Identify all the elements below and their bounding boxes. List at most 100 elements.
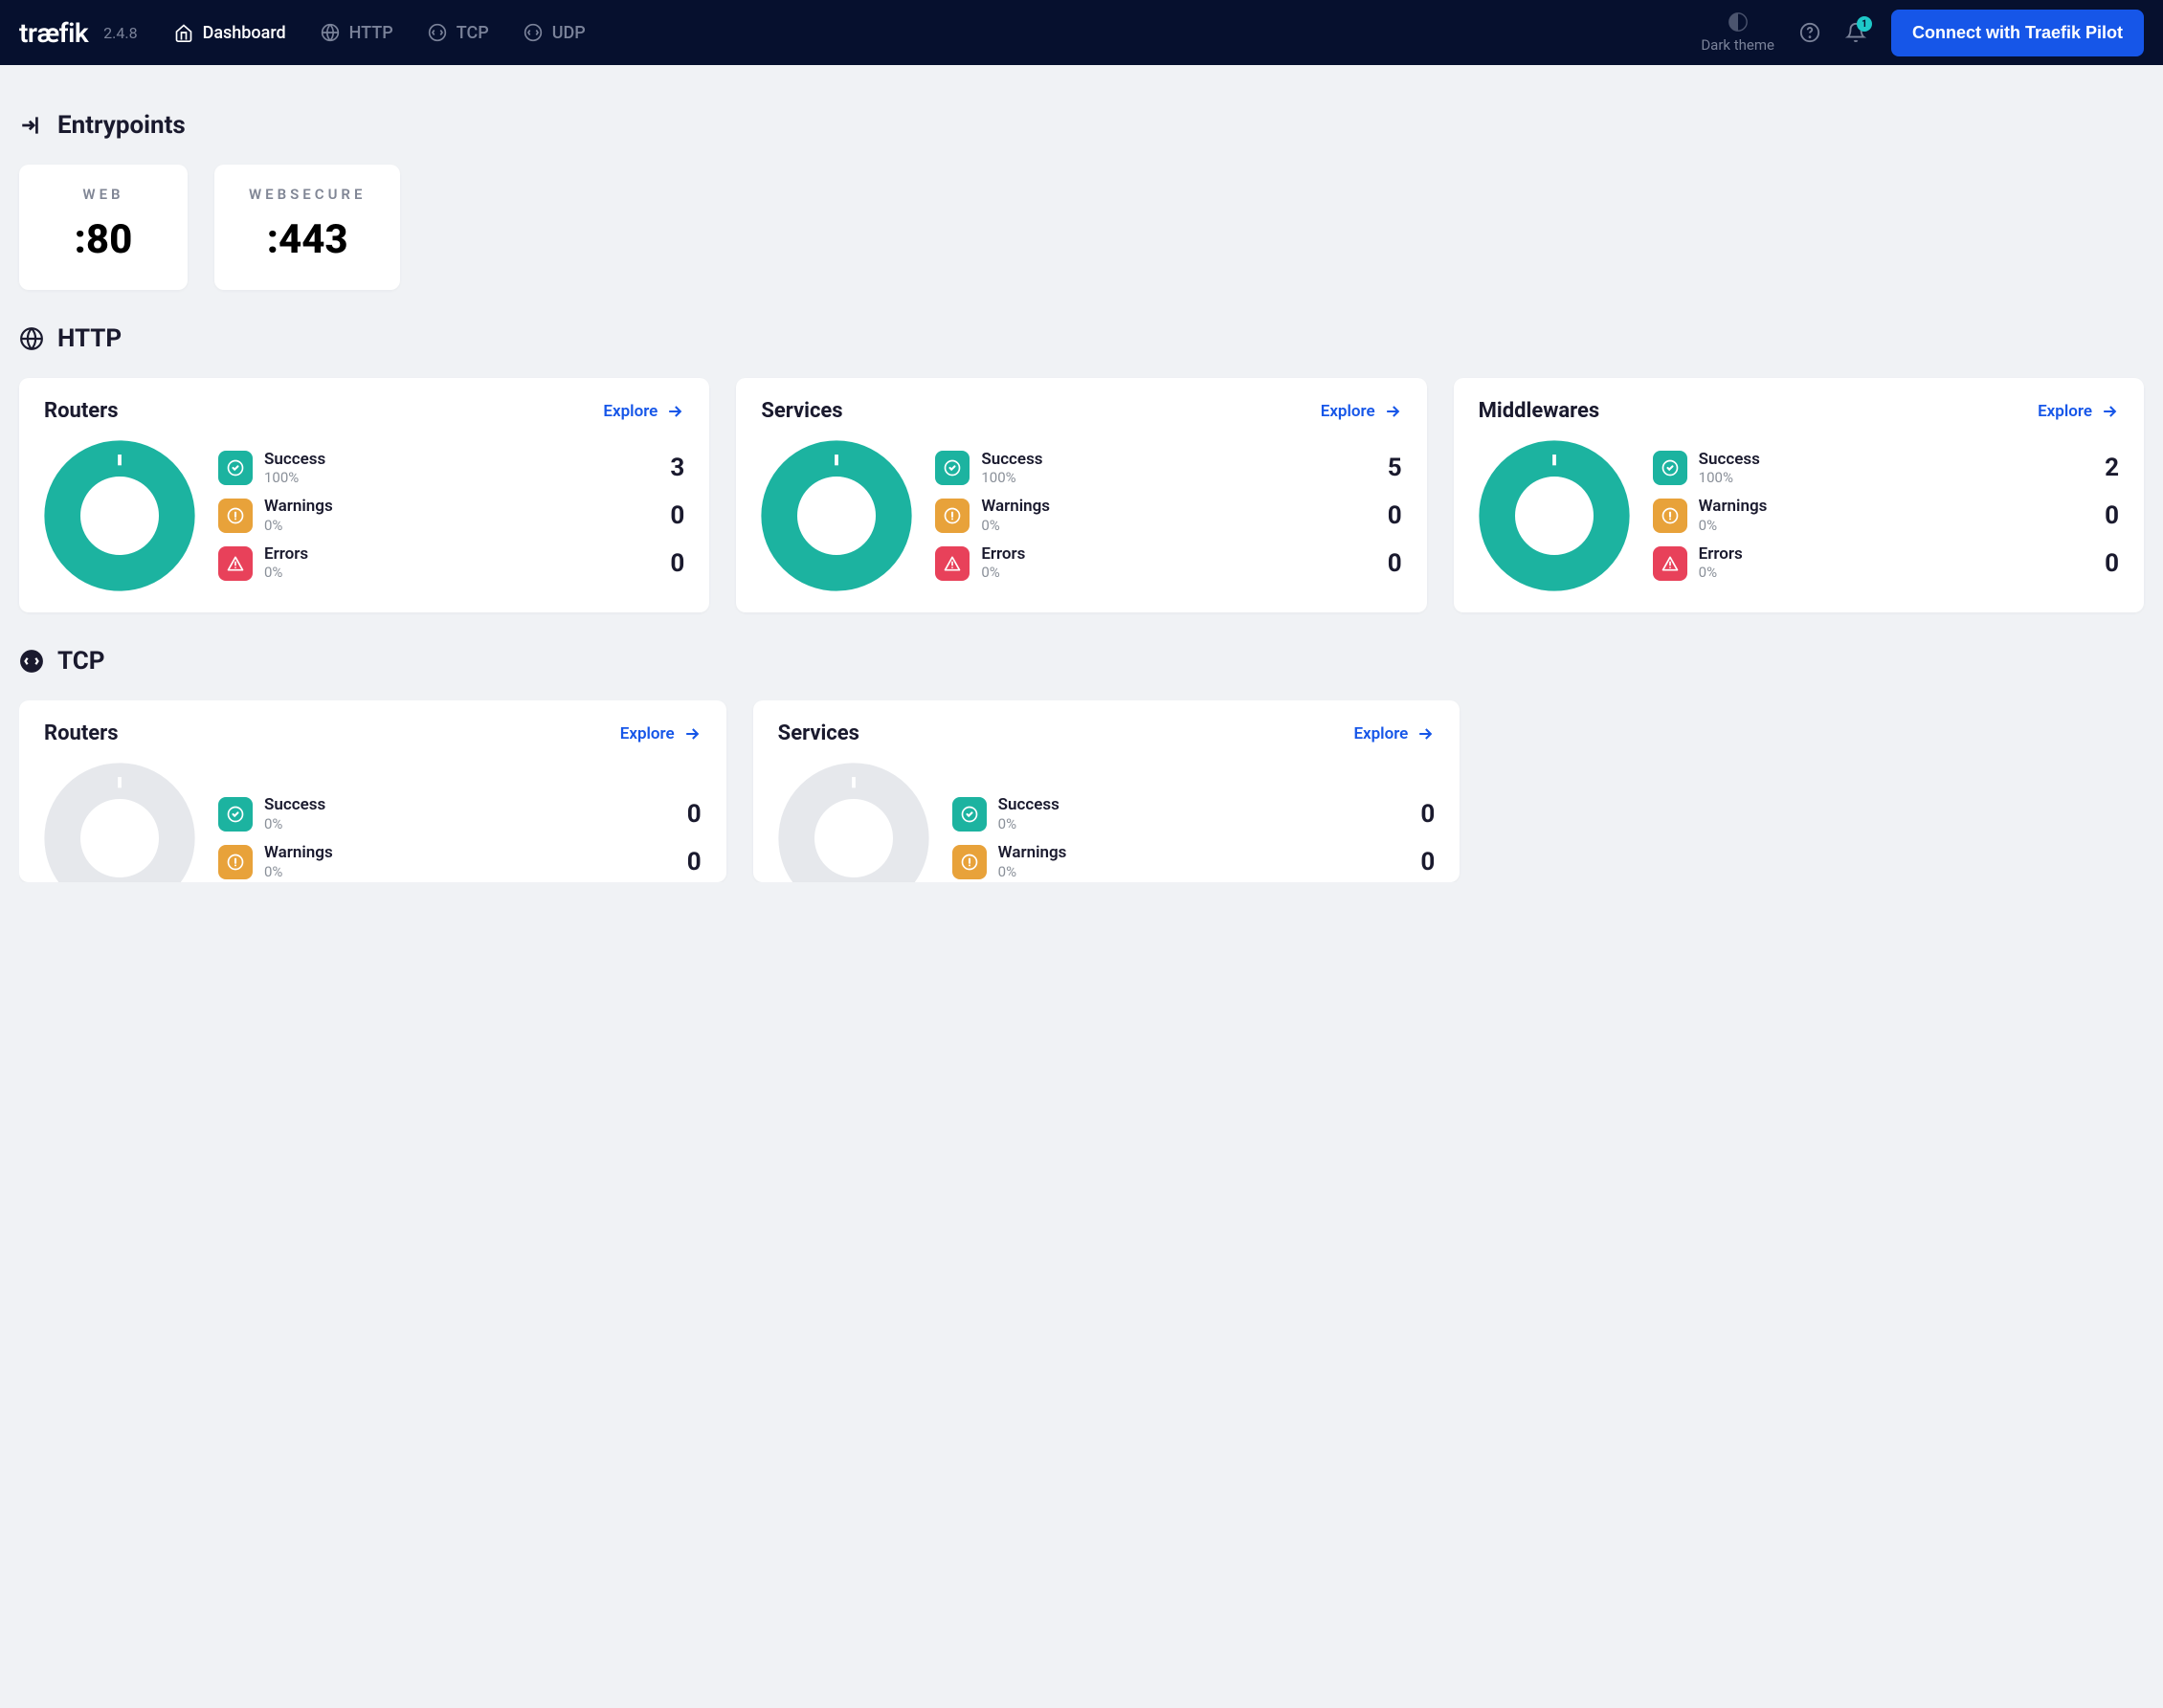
explore-link[interactable]: Explore (2038, 402, 2119, 421)
stat-line-success: Success 0% 0 (952, 796, 1436, 832)
card-header: Routers Explore (44, 399, 684, 423)
card-title: Services (778, 721, 859, 745)
stats-col: Success 100% 5 Warnings 0% 0 Errors 0% 0 (935, 451, 1401, 582)
header-right: Dark theme 1 Connect with Traefik Pilot (1701, 10, 2144, 56)
success-icon (952, 797, 987, 832)
app-logo: træfik (19, 17, 88, 49)
help-button[interactable] (1799, 22, 1820, 43)
entrypoint-port: :443 (249, 216, 366, 263)
arrow-right-icon (682, 724, 702, 743)
stat-line-error: Errors 0% 0 (218, 545, 684, 582)
error-icon (1653, 546, 1687, 581)
arrow-right-icon (665, 402, 684, 421)
card-body: Success 100% 3 Warnings 0% 0 Errors 0% 0 (44, 440, 684, 591)
section-title: HTTP (57, 324, 122, 353)
theme-toggle[interactable]: Dark theme (1701, 11, 1774, 54)
nav-tcp[interactable]: TCP (428, 23, 489, 43)
stat-text: Warnings 0% (981, 498, 1367, 534)
entrypoints-head: Entrypoints (19, 111, 2144, 140)
entrypoint-card-web[interactable]: WEB :80 (19, 165, 188, 290)
nav-label: HTTP (349, 23, 393, 43)
app-version: 2.4.8 (103, 24, 137, 42)
nav-dashboard[interactable]: Dashboard (174, 23, 286, 43)
stat-count: 0 (1412, 848, 1435, 876)
connect-pilot-button[interactable]: Connect with Traefik Pilot (1891, 10, 2144, 56)
warning-icon (1653, 499, 1687, 533)
http-cards: Routers Explore Success 100% 3 Warnings … (19, 378, 2144, 612)
stat-line-error: Errors 0% 0 (1653, 545, 2119, 582)
stat-percent: 0% (1699, 564, 2085, 581)
card-header: Routers Explore (44, 721, 702, 745)
stat-label: Warnings (264, 844, 667, 863)
error-icon (218, 546, 253, 581)
section-title: Entrypoints (57, 111, 186, 140)
stat-line-success: Success 100% 2 (1653, 451, 2119, 487)
nav-http[interactable]: HTTP (321, 23, 393, 43)
warning-icon (952, 845, 987, 879)
stat-line-warning: Warnings 0% 0 (952, 844, 1436, 880)
entrypoint-card-websecure[interactable]: WEBSECURE :443 (214, 165, 400, 290)
notification-badge: 1 (1857, 16, 1872, 32)
contrast-icon (1728, 11, 1749, 33)
stat-label: Warnings (998, 844, 1401, 863)
stat-text: Warnings 0% (1699, 498, 2085, 534)
stats-col: Success 0% 0 Warnings 0% 0 (952, 796, 1436, 879)
swap-icon (428, 23, 447, 42)
explore-link[interactable]: Explore (620, 724, 702, 743)
stat-count: 0 (661, 501, 684, 530)
warning-icon (935, 499, 970, 533)
stat-percent: 0% (998, 815, 1401, 832)
card-header: Middlewares Explore (1479, 399, 2119, 423)
swap-circle-icon (19, 649, 44, 674)
stat-percent: 0% (1699, 517, 2085, 534)
stat-count: 3 (661, 454, 684, 482)
tcp-cards: Routers Explore Success 0% 0 Warnings 0%… (19, 700, 2144, 882)
nav-label: Dashboard (203, 23, 286, 43)
stat-count: 5 (1379, 454, 1402, 482)
stat-text: Success 100% (264, 451, 650, 487)
warning-icon (218, 845, 253, 879)
swap-icon (524, 23, 543, 42)
arrow-right-icon (1416, 724, 1435, 743)
stat-line-warning: Warnings 0% 0 (935, 498, 1401, 534)
explore-link[interactable]: Explore (1353, 724, 1435, 743)
donut-chart (44, 440, 195, 591)
stat-line-success: Success 0% 0 (218, 796, 702, 832)
stat-label: Errors (1699, 545, 2085, 565)
notifications-button[interactable]: 1 (1845, 22, 1866, 43)
tcp-head: TCP (19, 647, 2144, 676)
success-icon (935, 451, 970, 485)
main-nav: Dashboard HTTP TCP UDP (174, 23, 586, 43)
stat-percent: 0% (264, 564, 650, 581)
stat-text: Success 0% (998, 796, 1401, 832)
home-icon (174, 23, 193, 42)
stat-text: Success 0% (264, 796, 667, 832)
card-body: Success 0% 0 Warnings 0% 0 (778, 763, 1436, 882)
card-body: Success 100% 5 Warnings 0% 0 Errors 0% 0 (761, 440, 1401, 591)
explore-link[interactable]: Explore (603, 402, 684, 421)
entrypoint-port: :80 (54, 216, 153, 263)
stat-percent: 100% (1699, 469, 2085, 486)
card-title: Routers (44, 399, 119, 423)
stat-label: Success (981, 451, 1367, 470)
nav-udp[interactable]: UDP (524, 23, 586, 43)
help-icon (1799, 22, 1820, 43)
stats-col: Success 100% 3 Warnings 0% 0 Errors 0% 0 (218, 451, 684, 582)
stat-count: 2 (2096, 454, 2119, 482)
card-body: Success 100% 2 Warnings 0% 0 Errors 0% 0 (1479, 440, 2119, 591)
nav-label: TCP (457, 23, 489, 43)
donut-chart (44, 763, 195, 882)
stat-count: 0 (679, 848, 702, 876)
stat-percent: 100% (264, 469, 650, 486)
explore-link[interactable]: Explore (1321, 402, 1402, 421)
globe-icon (321, 23, 340, 42)
donut-chart (1479, 440, 1630, 591)
stat-card: Routers Explore Success 0% 0 Warnings 0%… (19, 700, 726, 882)
stats-col: Success 100% 2 Warnings 0% 0 Errors 0% 0 (1653, 451, 2119, 582)
success-icon (218, 451, 253, 485)
stat-text: Errors 0% (264, 545, 650, 582)
page-content: Entrypoints WEB :80 WEBSECURE :443 HTTP … (0, 65, 2163, 909)
stat-count: 0 (2096, 501, 2119, 530)
stat-label: Success (264, 451, 650, 470)
success-icon (218, 797, 253, 832)
